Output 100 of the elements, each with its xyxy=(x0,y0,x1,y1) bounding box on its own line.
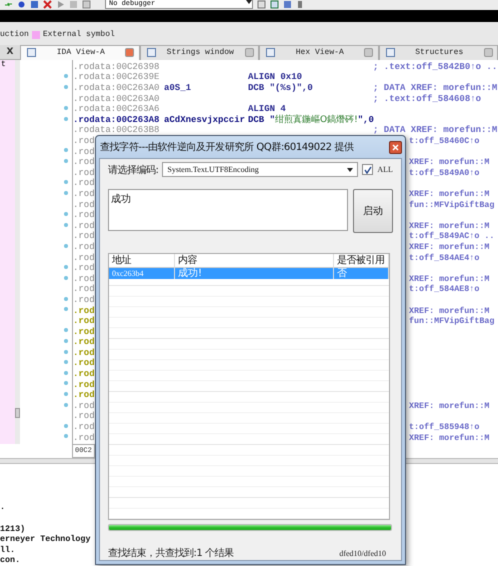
status-text: 查找结束，共查找到:1 个结果 xyxy=(108,546,234,560)
search-field[interactable]: 成功 xyxy=(108,189,348,231)
code-address: .rod xyxy=(73,326,95,338)
play-icon[interactable] xyxy=(56,0,65,10)
xref-comment: XREF: morefun::M xyxy=(409,400,490,412)
code-address: .rod xyxy=(73,136,95,147)
code-address: .rod xyxy=(73,380,95,390)
code-label: a0S_1 xyxy=(164,83,192,94)
code-address: .rod xyxy=(73,242,95,253)
tab-close-button[interactable] xyxy=(484,48,493,58)
check-icon xyxy=(364,166,372,174)
code-address: .rod xyxy=(73,220,95,232)
code-address: .rodata:00C2639E xyxy=(73,72,160,84)
xref-comment: t:off_58460C↑o xyxy=(409,136,480,147)
tab-close-button[interactable] xyxy=(245,48,254,58)
code-address: .rod xyxy=(73,200,95,210)
xref-comment: t:off_585948↑o xyxy=(409,422,480,433)
xref-comment: XREF: morefun::M xyxy=(409,432,490,444)
close-button[interactable]: X xyxy=(0,44,20,59)
code-address: .rod xyxy=(73,411,95,422)
panel-label: t xyxy=(0,60,7,71)
window-icon xyxy=(266,48,275,58)
code-address: .rod xyxy=(73,178,95,189)
close-icon[interactable] xyxy=(43,0,52,10)
progress-counter: dfed10/dfed10 xyxy=(339,548,387,558)
code-address: .rodata:00C263A8 xyxy=(73,114,160,126)
code-address: .rod xyxy=(73,400,95,412)
stop-icon[interactable] xyxy=(82,0,91,10)
output-line: . xyxy=(0,502,6,514)
code-address: .rod xyxy=(73,210,95,221)
legend-label: uction xyxy=(0,30,29,40)
tab-close-button[interactable] xyxy=(125,48,134,58)
code-address: .rod xyxy=(73,284,95,295)
xref-comment: t:off_5849A0↑o xyxy=(409,168,480,178)
xref-comment: XREF: morefun::M xyxy=(409,274,490,284)
code-address: .rod xyxy=(73,157,95,168)
output-line: erneyer Technology xyxy=(0,534,90,545)
xref-comment: XREF: morefun::M xyxy=(409,242,490,253)
xref-comment: XREF: morefun::M xyxy=(409,306,490,316)
xref-comment: XREF: morefun::M xyxy=(409,220,490,232)
code-address: .rod xyxy=(73,358,95,370)
code-address: .rod xyxy=(73,274,95,284)
code-address: .rod xyxy=(73,188,95,200)
xref-comment: t:off_5849AC↑o .. xyxy=(409,231,494,242)
caret-icon xyxy=(347,168,354,172)
code-address: .rod xyxy=(73,231,95,242)
all-checkbox[interactable] xyxy=(362,164,374,175)
code-address: .rod xyxy=(73,168,95,178)
tab-close-button[interactable] xyxy=(364,48,374,58)
output-line: con. xyxy=(0,555,20,566)
dialog-title: 查找字符---由软件逆向及开发研究所 QQ群:60149022 提供 xyxy=(100,140,354,154)
code-address: .rod xyxy=(73,348,95,358)
window-icon xyxy=(386,48,394,58)
code-address: .rod xyxy=(73,252,95,264)
code-address: .rodata:00C263A0 xyxy=(73,94,160,104)
code-address: .rod xyxy=(73,306,95,316)
code-address: .rod xyxy=(73,390,95,401)
encoding-dropdown[interactable]: System.Text.UTF8Encoding xyxy=(162,162,358,177)
column-header[interactable]: 地址 xyxy=(109,254,175,268)
code-instruction: ALIGN 0x10 xyxy=(248,72,304,84)
code-address: .rodata:00C26398 xyxy=(73,62,160,72)
output-line: 1213) xyxy=(0,524,26,534)
code-address: .rod xyxy=(73,422,95,433)
view-tab[interactable]: Hex View-A xyxy=(259,44,378,60)
xref-comment: t:off_584AE4↑o xyxy=(409,252,480,264)
window-icon xyxy=(27,48,36,58)
code-address: .rod xyxy=(73,369,95,380)
xref-comment: ; DATA XREF: morefun::M xyxy=(373,125,498,136)
view-tab[interactable]: Strings window xyxy=(140,44,259,60)
legend-label: External symbol xyxy=(42,30,115,40)
xref-comment: XREF: morefun::M xyxy=(409,188,490,200)
code-address: .rod xyxy=(73,146,95,158)
window-icon xyxy=(146,48,156,58)
code-address: .rod xyxy=(73,337,95,348)
xref-comment: ; DATA XREF: morefun::M xyxy=(373,83,498,94)
xref-comment: XREF: morefun::M xyxy=(409,157,490,168)
code-address: .rod xyxy=(73,294,95,306)
xref-comment: fun::MFVipGiftBag xyxy=(409,200,494,210)
start-button[interactable]: 启动 xyxy=(352,189,393,233)
column-header[interactable]: 是否被引用 xyxy=(334,254,389,268)
xref-comment: fun::MFVipGiftBag xyxy=(409,316,494,327)
code-label: aCdXnesvjxpccir xyxy=(164,114,246,126)
code-address: .rod xyxy=(73,316,95,327)
encoding-label: 请选择编码: xyxy=(108,164,158,176)
code-address: .rodata:00C263A0 xyxy=(73,83,160,94)
code-instruction: DCB "(%s)",0 xyxy=(248,83,314,94)
view-tab[interactable]: IDA View-A xyxy=(20,44,140,60)
code-instruction: ALIGN 4 xyxy=(248,104,287,114)
code-instruction: DCB "绀煎寘鍦嶇О鎬熸硶!",0 xyxy=(248,114,373,126)
code-address: .rod xyxy=(73,263,95,274)
code-address: .rodata:00C263B8 xyxy=(73,125,160,136)
xref-comment: ; .text:off_5842B0↑o .. xyxy=(373,62,498,72)
column-header[interactable]: 内容 xyxy=(175,254,334,268)
close-button[interactable] xyxy=(389,140,402,154)
caret-icon xyxy=(246,0,252,4)
code-address: .rod xyxy=(73,432,95,444)
close-icon xyxy=(392,144,399,150)
output-line: ll. xyxy=(0,544,16,556)
view-tab[interactable]: Structures xyxy=(378,44,498,60)
checkbox-label: ALL xyxy=(377,165,393,174)
